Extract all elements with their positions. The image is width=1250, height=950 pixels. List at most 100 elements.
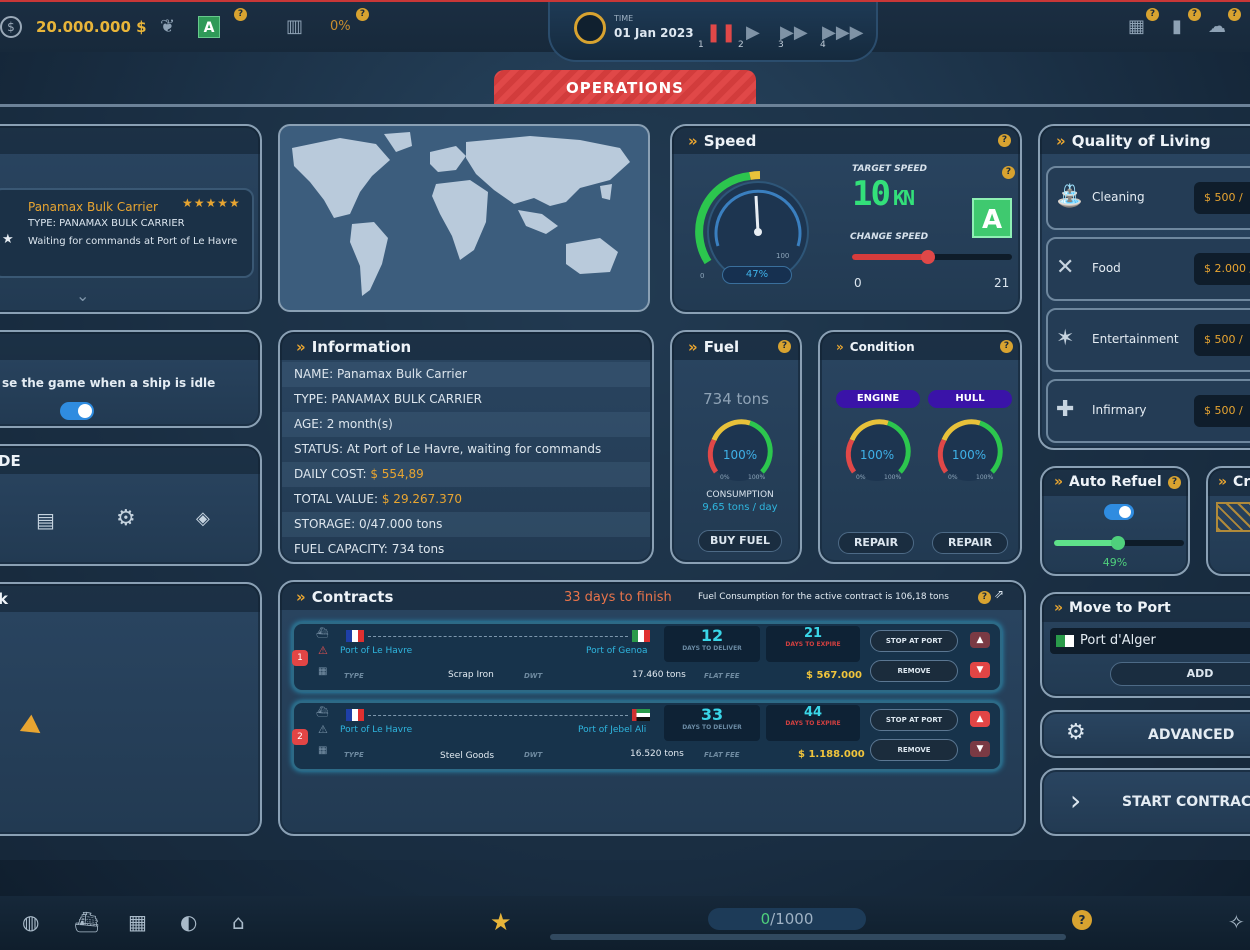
start-contract-button[interactable]: › START CONTRAC <box>1040 768 1250 836</box>
stop-at-port-button[interactable]: STOP AT PORT <box>870 630 958 652</box>
ship-card[interactable]: ★ Panamax Bulk Carrier ★★★★★ TYPE: PANAM… <box>0 188 254 278</box>
medical-kit-icon: ✚ <box>1056 397 1075 422</box>
move-down-button[interactable]: ▼ <box>970 662 990 678</box>
info-row: STATUS: At Port of Le Havre, waiting for… <box>282 437 650 462</box>
fuel-panel: » Fuel ? 734 tons 100% 0% 100% CONSUMPTIO… <box>670 330 802 564</box>
satellite-icon[interactable]: ✧ <box>1228 910 1245 934</box>
qol-item-entertainment[interactable]: ✶ Entertainment $ 500 / <box>1046 308 1250 372</box>
world-map[interactable] <box>278 124 650 312</box>
help-icon[interactable]: ? <box>1000 340 1013 353</box>
qol-value[interactable]: $ 2.000 / <box>1194 253 1250 285</box>
contract-row[interactable]: 2 ⛴ ⚠ ▦ Port of Le Havre Port of Jebel A… <box>292 701 1002 771</box>
slider-max: 21 <box>994 276 1010 290</box>
ship-status: Waiting for commands at Port of Le Havre <box>28 236 238 247</box>
play-icon[interactable]: ▶ <box>746 22 760 43</box>
move-up-button[interactable]: ▲ <box>970 711 990 727</box>
globe-icon[interactable]: ◍ <box>22 910 39 934</box>
ship-icon[interactable]: ⛴ <box>74 910 99 934</box>
chevron-right-icon: » <box>1054 474 1064 490</box>
info-value: $ 29.267.370 <box>381 492 463 506</box>
change-speed-label: CHANGE SPEED <box>850 232 929 242</box>
fuel-pump-icon[interactable]: ▮ <box>1172 16 1182 37</box>
pause-icon[interactable]: ❚❚ <box>706 22 736 43</box>
bank-icon[interactable]: ⌂ <box>232 910 245 934</box>
information-panel: » Information NAME: Panamax Bulk Carrier … <box>278 330 654 564</box>
cargo-type: Steel Goods <box>440 751 495 761</box>
destination-port: Port of Genoa <box>586 646 648 656</box>
info-label: TOTAL VALUE: <box>294 492 379 506</box>
document-icon[interactable]: ▤ <box>36 508 55 532</box>
qol-value[interactable]: $ 500 / <box>1194 395 1250 427</box>
flat-fee: $ 567.000 <box>806 670 862 681</box>
paint-bucket-icon[interactable]: ◈ <box>196 508 210 529</box>
qol-item-food[interactable]: ✕ Food $ 2.000 / <box>1046 237 1250 301</box>
weather-icon[interactable]: ☁ <box>1208 16 1226 37</box>
route-line <box>368 715 628 716</box>
speed-panel: » Speed ? 0 100 47% TARGET SPEED 10 KN ? A… <box>670 124 1022 314</box>
idle-pause-toggle[interactable] <box>60 402 94 420</box>
dwt-label: DWT <box>524 751 543 759</box>
building-icon[interactable]: ▦ <box>1128 16 1145 37</box>
move-up-button[interactable]: ▲ <box>970 632 990 648</box>
panel-header <box>0 332 260 360</box>
info-row: AGE: 2 month(s) <box>282 412 650 437</box>
help-icon[interactable]: ? <box>778 340 791 353</box>
contract-row[interactable]: 1 ⛴ ⚠ ▦ Port of Le Havre Port of Genoa T… <box>292 622 1002 692</box>
slider-knob[interactable] <box>1110 536 1125 550</box>
move-down-button[interactable]: ▼ <box>970 741 990 757</box>
star-icon[interactable]: ★ <box>490 908 512 936</box>
qol-value[interactable]: $ 500 / <box>1194 324 1250 356</box>
info-value: At Port of Le Havre, waiting for command… <box>346 442 602 456</box>
add-port-button[interactable]: ADD <box>1110 662 1250 686</box>
help-icon[interactable]: ? <box>1146 8 1159 21</box>
panel-title: Information <box>311 338 412 356</box>
remove-button[interactable]: REMOVE <box>870 739 958 761</box>
chart-icon[interactable]: ▥ <box>286 16 303 37</box>
top-bar: $ 20.000.000 $ ❦ A ? ▥ 0% ? TIME 01 Jan … <box>0 0 1250 62</box>
repair-engine-button[interactable]: REPAIR <box>838 532 914 554</box>
help-icon[interactable]: ? <box>356 8 369 21</box>
chevron-down-icon[interactable]: ⌄ <box>76 286 89 305</box>
repair-hull-button[interactable]: REPAIR <box>932 532 1008 554</box>
operations-tab[interactable]: OPERATIONS <box>494 70 756 104</box>
help-icon[interactable]: ? <box>1168 476 1181 489</box>
panel-header: » Cr <box>1208 468 1250 496</box>
gear-icon[interactable]: ⚙ <box>116 506 136 531</box>
qol-value[interactable]: $ 500 / <box>1194 182 1250 214</box>
panel-title: Speed <box>703 132 757 150</box>
auto-refuel-toggle[interactable] <box>1104 504 1134 520</box>
fuel-consumption-note: Fuel Consumption for the active contract… <box>698 592 949 602</box>
change-speed-slider[interactable] <box>852 250 1012 264</box>
date-display: 01 Jan 2023 <box>614 26 694 40</box>
ship-type: TYPE: PANAMAX BULK CARRIER <box>28 218 185 229</box>
type-label: TYPE <box>344 672 364 680</box>
star-icon: ★ <box>2 232 14 247</box>
chevron-right-icon: » <box>296 588 306 606</box>
help-icon[interactable]: ? <box>234 8 247 21</box>
chevron-right-icon: » <box>1218 474 1228 490</box>
help-icon[interactable]: ? <box>1228 8 1241 21</box>
help-icon[interactable]: ? <box>1188 8 1201 21</box>
auto-refuel-slider[interactable] <box>1054 536 1184 550</box>
external-link-icon[interactable]: ⇗ <box>994 587 1004 601</box>
buy-fuel-button[interactable]: BUY FUEL <box>698 530 782 552</box>
days-to-deliver-box: 33 DAYS TO DELIVER <box>664 705 760 741</box>
help-icon[interactable]: ? <box>978 591 991 604</box>
port-select[interactable]: Port d'Alger <box>1050 628 1250 654</box>
remove-button[interactable]: REMOVE <box>870 660 958 682</box>
qol-item-infirmary[interactable]: ✚ Infirmary $ 500 / <box>1046 379 1250 443</box>
help-icon[interactable]: ? <box>1072 910 1092 930</box>
qol-item-cleaning[interactable]: ⛲ Cleaning $ 500 / <box>1046 166 1250 230</box>
contract-index: 1 <box>292 650 308 666</box>
slider-knob[interactable] <box>921 250 936 264</box>
advanced-button[interactable]: ⚙ ADVANCED <box>1040 710 1250 758</box>
chevron-right-icon: » <box>688 338 698 356</box>
world-network-icon[interactable]: ◐ <box>180 910 197 934</box>
building-icon[interactable]: ▦ <box>128 910 147 934</box>
leaf-icon[interactable]: ❦ <box>160 16 175 37</box>
fast-forward-icon[interactable]: ▶▶ <box>780 22 808 43</box>
stop-at-port-button[interactable]: STOP AT PORT <box>870 709 958 731</box>
help-icon[interactable]: ? <box>998 134 1011 147</box>
fastest-forward-icon[interactable]: ▶▶▶ <box>822 22 864 43</box>
help-icon[interactable]: ? <box>1002 166 1015 179</box>
